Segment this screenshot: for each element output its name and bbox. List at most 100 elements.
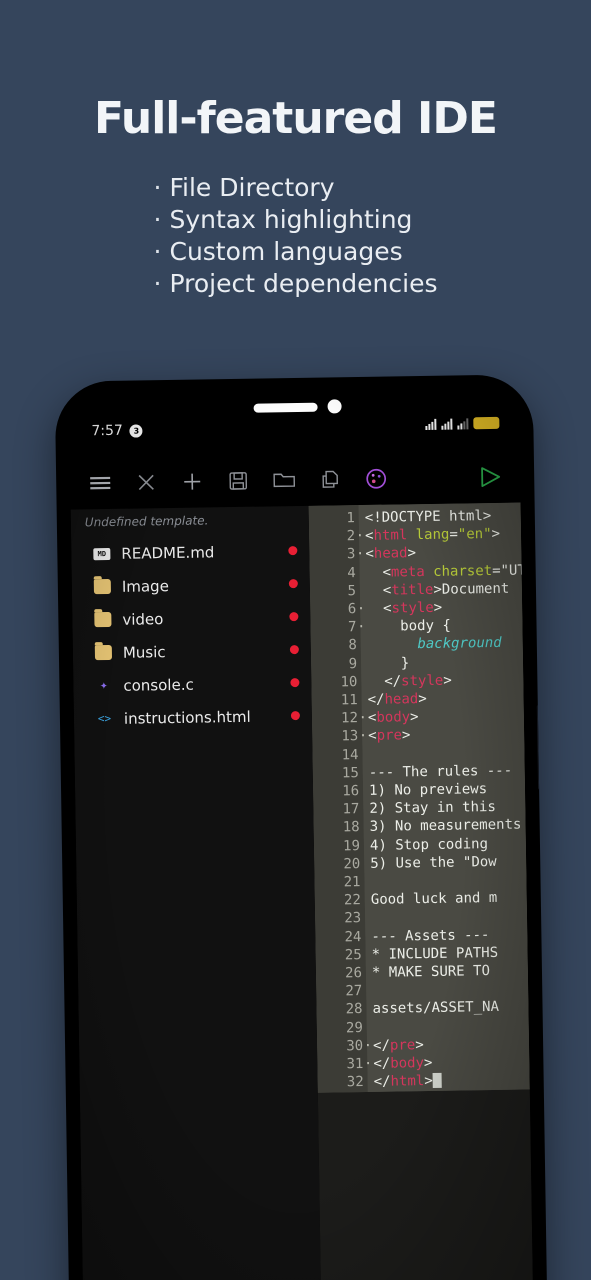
code-line[interactable] bbox=[373, 1016, 529, 1037]
code-line[interactable]: <meta charset="UTF-8"> bbox=[366, 561, 529, 582]
code-line[interactable]: <style> bbox=[366, 598, 522, 619]
save-icon[interactable] bbox=[226, 469, 250, 493]
c-file-icon: ✦ bbox=[99, 678, 108, 694]
code-line[interactable]: body { bbox=[366, 616, 522, 637]
file-tree-row[interactable]: Image bbox=[72, 567, 310, 604]
code-line[interactable]: <html lang="en"> bbox=[365, 525, 521, 546]
code-token: </ bbox=[367, 673, 402, 690]
file-status-dot[interactable] bbox=[288, 546, 298, 556]
feature-item: · Project dependencies bbox=[153, 268, 437, 300]
code-token: 1) No previews bbox=[368, 781, 488, 799]
code-token: </ bbox=[372, 1037, 391, 1054]
copy-icon[interactable] bbox=[318, 467, 342, 491]
run-play-icon[interactable] bbox=[478, 465, 502, 489]
line-number: 7 bbox=[310, 618, 360, 637]
editor-toolbar bbox=[70, 451, 521, 510]
code-line[interactable] bbox=[370, 871, 526, 892]
code-line[interactable]: <head> bbox=[365, 543, 521, 564]
code-line[interactable] bbox=[368, 743, 524, 764]
code-line[interactable]: * INCLUDE PATHS bbox=[372, 943, 528, 964]
code-line[interactable]: <pre> bbox=[368, 725, 524, 746]
file-tree-row[interactable]: Music bbox=[73, 633, 311, 670]
file-tree-row[interactable]: video bbox=[72, 600, 310, 637]
code-token: > bbox=[433, 581, 442, 598]
code-line[interactable]: Good luck and m bbox=[371, 889, 527, 910]
line-number: 4 bbox=[347, 564, 356, 581]
code-line[interactable]: <body> bbox=[368, 707, 524, 728]
file-status-dot[interactable] bbox=[289, 645, 299, 655]
code-token: > bbox=[443, 672, 452, 689]
code-line[interactable]: background bbox=[367, 634, 523, 655]
phone-side-button[interactable] bbox=[536, 704, 544, 791]
code-line[interactable]: <!DOCTYPE html> bbox=[365, 507, 521, 528]
line-number: 2 bbox=[309, 527, 359, 546]
file-status-dot[interactable] bbox=[288, 579, 298, 589]
code-token: "en" bbox=[457, 526, 492, 543]
code-token: <!DOCTYPE html> bbox=[364, 507, 492, 526]
palette-icon[interactable] bbox=[364, 467, 388, 491]
line-number: 10 bbox=[340, 673, 358, 691]
file-status-dot[interactable] bbox=[289, 612, 299, 622]
code-line[interactable]: 4) Stop coding bbox=[370, 834, 526, 855]
code-line[interactable]: </head> bbox=[368, 689, 524, 710]
file-tree-row[interactable]: MD README.md bbox=[71, 534, 309, 571]
code-token: > bbox=[418, 691, 427, 708]
code-token: head bbox=[373, 545, 408, 563]
code-token: < bbox=[366, 600, 392, 617]
code-line[interactable]: 2) Stay in this bbox=[369, 798, 525, 819]
menu-icon[interactable] bbox=[88, 471, 112, 495]
code-token: > bbox=[433, 599, 443, 616]
text-cursor bbox=[432, 1073, 442, 1089]
code-line[interactable]: * MAKE SURE TO bbox=[372, 962, 528, 983]
code-line[interactable]: } bbox=[367, 652, 523, 673]
close-icon[interactable] bbox=[134, 470, 158, 494]
file-tree-label: console.c bbox=[123, 675, 194, 695]
line-number: 20 bbox=[343, 855, 361, 873]
feature-item: · File Directory bbox=[153, 172, 437, 204]
code-line[interactable]: </style> bbox=[367, 670, 523, 691]
code-token: > bbox=[401, 727, 411, 744]
code-token: head bbox=[384, 691, 419, 708]
folder-icon bbox=[94, 644, 113, 661]
code-editor-panel[interactable]: 1234567891011121314151617181920212223242… bbox=[308, 502, 534, 1280]
code-area: 1234567891011121314151617181920212223242… bbox=[308, 502, 530, 1093]
file-status-dot[interactable] bbox=[290, 678, 300, 688]
line-number: 5 bbox=[347, 582, 357, 600]
code-line[interactable] bbox=[372, 980, 528, 1001]
page-title: Full-featured IDE bbox=[94, 93, 498, 144]
add-icon[interactable] bbox=[180, 469, 204, 493]
code-line[interactable]: </pre> bbox=[373, 1034, 529, 1055]
status-time: 7:57 bbox=[91, 422, 124, 440]
code-line[interactable]: --- The rules --- bbox=[369, 761, 525, 782]
wifi-icon bbox=[425, 418, 437, 430]
line-number: 8 bbox=[348, 637, 357, 654]
code-line[interactable] bbox=[371, 907, 527, 928]
line-number: 13 bbox=[312, 727, 362, 746]
code-line[interactable]: 3) No measurements bbox=[370, 816, 526, 837]
code-line[interactable]: --- Assets --- bbox=[371, 925, 527, 946]
code-line[interactable]: </body> bbox=[373, 1053, 529, 1074]
code-line[interactable]: <title>Document bbox=[366, 579, 522, 600]
html-file-icon: <> bbox=[97, 711, 112, 726]
file-tree-row[interactable]: ✦ console.c bbox=[73, 666, 311, 703]
code-line[interactable]: 1) No previews bbox=[369, 780, 525, 801]
file-tree-label: instructions.html bbox=[123, 707, 251, 728]
file-tree-row[interactable]: <> instructions.html bbox=[74, 699, 312, 736]
file-tree-label: Image bbox=[121, 576, 169, 596]
line-number: 31 bbox=[317, 1055, 367, 1074]
feature-label: Syntax highlighting bbox=[169, 205, 413, 235]
code-line[interactable]: assets/ASSET_NA bbox=[372, 998, 528, 1019]
line-number: 6 bbox=[310, 600, 360, 619]
file-tree-label: Music bbox=[122, 642, 166, 662]
code-token: 3) No measurements bbox=[369, 816, 522, 836]
code-token: </ bbox=[373, 1073, 391, 1091]
code-line[interactable]: </html> bbox=[374, 1071, 530, 1092]
open-folder-icon[interactable] bbox=[272, 468, 296, 492]
feature-item: · Custom languages bbox=[153, 236, 437, 268]
file-status-dot[interactable] bbox=[290, 711, 300, 721]
code-token: style bbox=[391, 599, 434, 617]
code-content[interactable]: <!DOCTYPE html> <html lang="en"> <head> <m… bbox=[358, 502, 530, 1092]
code-token: title bbox=[391, 581, 434, 599]
line-number: 21 bbox=[343, 874, 361, 891]
code-line[interactable]: 5) Use the "Dow bbox=[370, 852, 526, 873]
